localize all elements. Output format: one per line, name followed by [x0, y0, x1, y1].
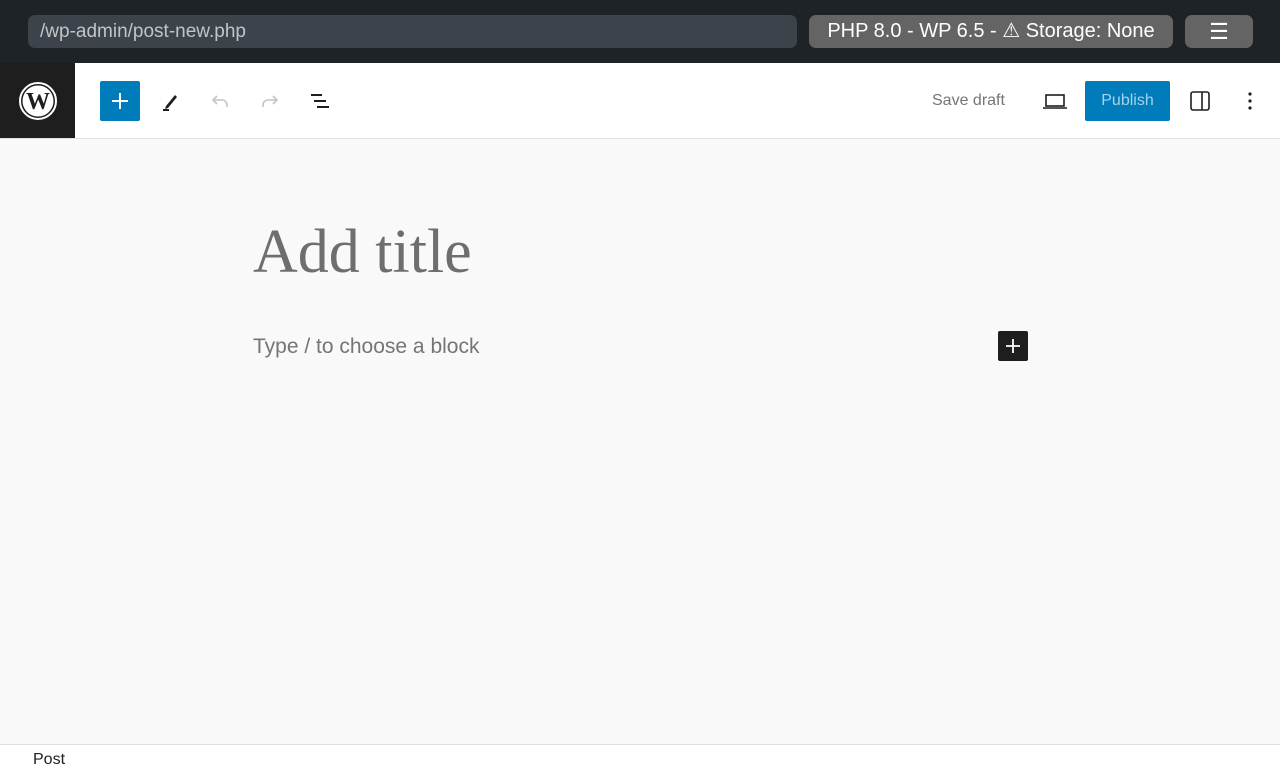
- options-button[interactable]: [1230, 81, 1270, 121]
- add-block-button[interactable]: [998, 331, 1028, 361]
- breadcrumb-post[interactable]: Post: [33, 751, 65, 769]
- list-view-button[interactable]: [300, 81, 340, 121]
- redo-button[interactable]: [250, 81, 290, 121]
- browser-bar: /wp-admin/post-new.php PHP 8.0 - WP 6.5 …: [0, 0, 1280, 63]
- environment-badge[interactable]: PHP 8.0 - WP 6.5 - ⚠ Storage: None: [809, 15, 1173, 48]
- pencil-icon: [163, 95, 177, 111]
- preview-button[interactable]: [1035, 81, 1075, 121]
- editor-footer: Post: [0, 744, 1280, 775]
- wordpress-icon: W: [18, 81, 57, 120]
- settings-button[interactable]: [1180, 81, 1220, 121]
- list-view-icon: [311, 94, 329, 108]
- more-vertical-icon: [1248, 92, 1252, 110]
- undo-icon: [211, 95, 228, 107]
- plus-icon: [112, 93, 128, 109]
- svg-text:W: W: [26, 89, 50, 115]
- save-draft-button[interactable]: Save draft: [920, 81, 1017, 121]
- block-placeholder[interactable]: Type / to choose a block: [253, 333, 479, 361]
- block-inserter-button[interactable]: [100, 81, 140, 121]
- undo-button[interactable]: [200, 81, 240, 121]
- sidebar-icon: [1190, 91, 1210, 111]
- wordpress-logo-button[interactable]: W: [0, 63, 75, 138]
- desktop-icon: [1043, 94, 1067, 109]
- post-title-input[interactable]: Add title: [253, 214, 472, 290]
- editor-header: W Save draft Publish: [0, 63, 1280, 139]
- publish-button[interactable]: Publish: [1085, 81, 1170, 121]
- tools-button[interactable]: [150, 81, 190, 121]
- plus-icon: [1006, 339, 1020, 353]
- url-field[interactable]: /wp-admin/post-new.php: [28, 15, 797, 48]
- redo-icon: [262, 95, 279, 107]
- menu-button[interactable]: ☰: [1185, 15, 1253, 48]
